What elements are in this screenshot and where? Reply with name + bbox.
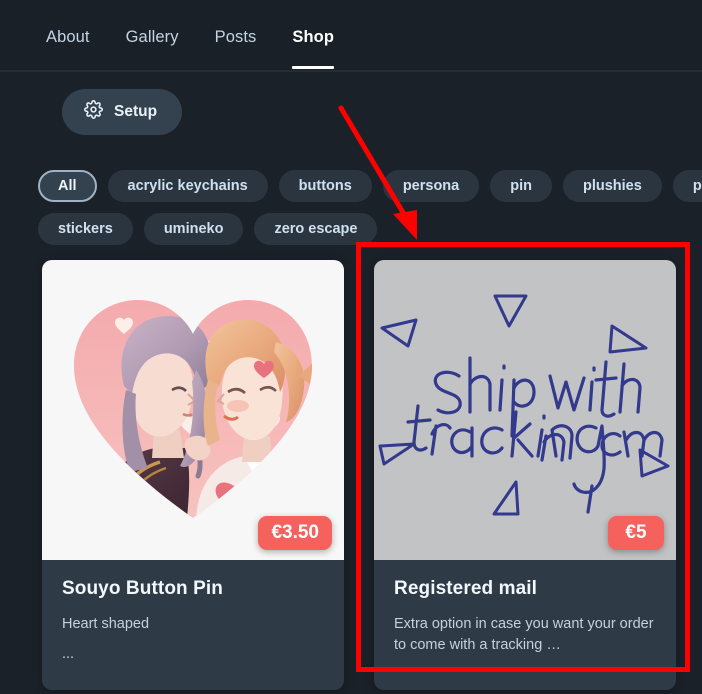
shop-page: About Gallery Posts Shop Setup All acryl… [0,0,702,694]
nav-item-about[interactable]: About [46,28,90,69]
category-filter-chips: All acrylic keychains buttons persona pi… [38,170,702,256]
chip-label: pin [510,178,532,194]
product-description: Heart shaped ... [62,614,324,664]
product-card-souyo-button-pin[interactable]: €3.50 Souyo Button Pin Heart shaped ... [42,260,344,691]
product-description-text: Heart shaped [62,616,150,632]
setup-button-label: Setup [114,103,158,120]
chip-all[interactable]: All [38,170,97,202]
product-info: Registered mail Extra option in case you… [374,560,676,682]
nav-label-gallery: Gallery [125,28,179,46]
nav-label-about: About [46,28,90,46]
chip-persona[interactable]: persona [382,170,480,202]
chip-label: preorder [692,178,702,194]
chip-label: plushies [582,178,642,194]
chip-label: persona [402,178,460,194]
gear-icon [84,100,103,124]
nav-item-gallery[interactable]: Gallery [126,28,179,69]
heart-illustration [42,260,344,560]
chip-acrylic-keychains[interactable]: acrylic keychains [107,170,268,202]
product-card-registered-mail[interactable]: €5 Registered mail Extra option in case … [374,260,676,691]
nav-item-shop[interactable]: Shop [292,28,335,69]
chip-zero-escape[interactable]: zero escape [254,213,378,245]
price-badge: €3.50 [258,516,332,550]
chip-umineko[interactable]: umineko [143,213,244,245]
chip-label: All [58,178,77,194]
price-badge: €5 [608,516,664,550]
chip-label: buttons [298,178,352,194]
chip-label: stickers [58,221,113,237]
product-info: Souyo Button Pin Heart shaped ... [42,560,344,691]
product-description-text: Extra option in case you want your order… [394,616,654,653]
nav-item-posts[interactable]: Posts [215,28,257,69]
product-description: Extra option in case you want your order… [394,614,656,655]
nav-list: About Gallery Posts Shop [46,28,370,69]
chip-label: acrylic keychains [127,178,248,194]
top-navigation: About Gallery Posts Shop [0,0,702,72]
chip-label: zero escape [274,221,358,237]
setup-button[interactable]: Setup [62,89,183,135]
chip-label: umineko [163,221,224,237]
nav-label-posts: Posts [214,28,257,46]
product-title: Souyo Button Pin [62,578,223,599]
chip-row-1: All acrylic keychains buttons persona pi… [38,170,702,202]
product-description-ellipsis: ... [62,645,75,662]
shop-content: Setup All acrylic keychains buttons pers… [0,72,702,694]
product-image-registered-mail[interactable]: €5 [374,260,676,560]
product-grid: €3.50 Souyo Button Pin Heart shaped ... [42,260,676,691]
chip-preorder[interactable]: preorder [672,170,702,202]
nav-active-underline [292,66,335,69]
chip-buttons[interactable]: buttons [278,170,372,202]
nav-label-shop: Shop [292,28,335,46]
chip-pin[interactable]: pin [490,170,552,202]
chip-plushies[interactable]: plushies [562,170,662,202]
chip-row-2: stickers umineko zero escape [38,213,702,245]
product-image-souyo-button-pin[interactable]: €3.50 [42,260,344,560]
handwritten-note-illustration [374,260,676,560]
chip-stickers[interactable]: stickers [38,213,133,245]
product-title: Registered mail [394,578,537,599]
